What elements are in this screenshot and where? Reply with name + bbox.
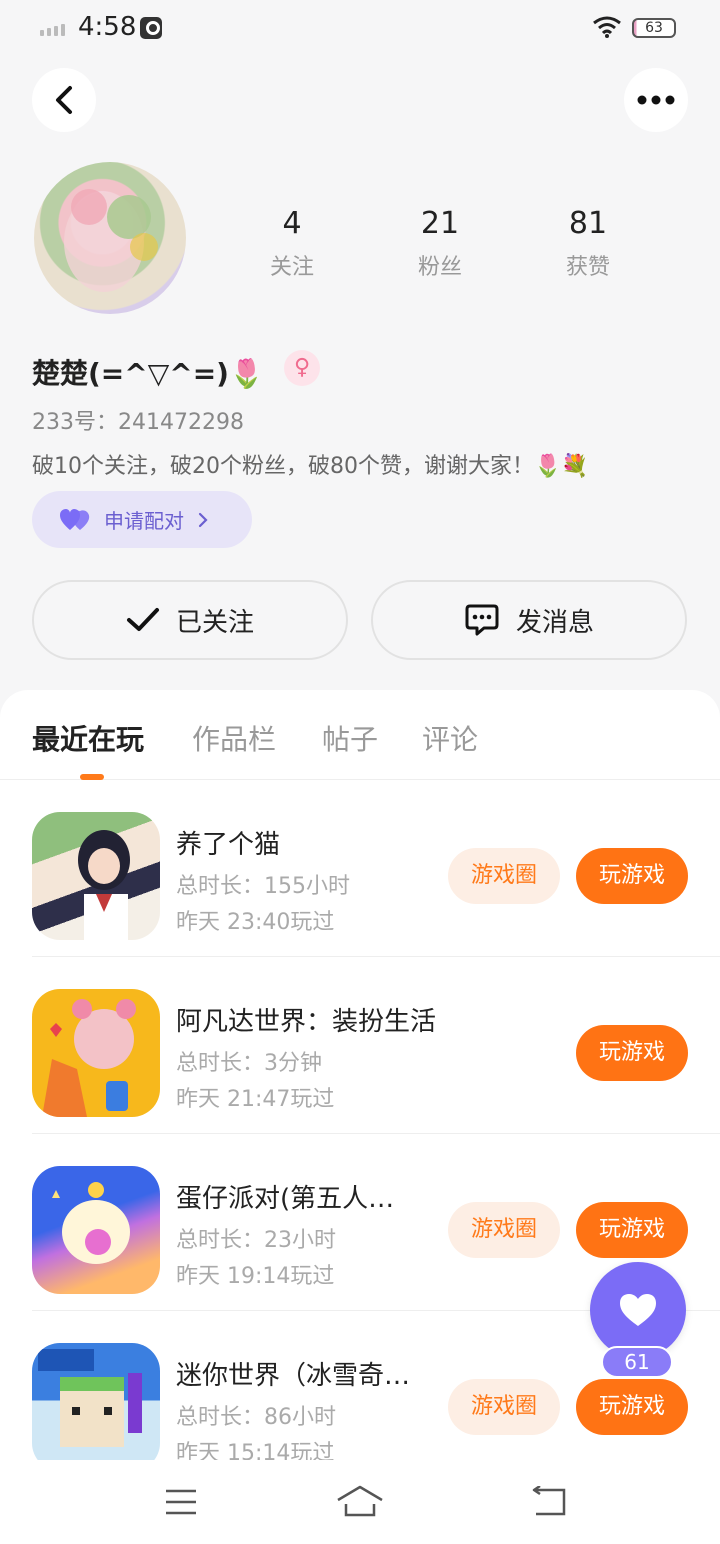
wifi-icon [593, 16, 621, 38]
chevron-right-icon [198, 512, 208, 527]
following-label: 已关注 [175, 607, 254, 638]
back-nav-icon[interactable] [530, 1486, 568, 1518]
tab-posts[interactable]: 帖子 [322, 718, 378, 758]
play-game-button[interactable]: 玩游戏 [576, 1202, 688, 1258]
play-game-button[interactable]: 玩游戏 [576, 848, 688, 904]
avatar-image [64, 189, 158, 292]
more-options-button[interactable] [624, 68, 688, 132]
game-name: 阿凡达世界：装扮生活 [176, 1007, 436, 1037]
list-item[interactable]: 养了个猫 总时长：155小时 昨天 23:40玩过 游戏圈 玩游戏 [0, 780, 720, 957]
like-count-badge: 61 [601, 1346, 673, 1378]
send-message-button[interactable]: 发消息 [371, 580, 687, 660]
game-name: 蛋仔派对(第五人… [176, 1184, 395, 1214]
play-game-button[interactable]: 玩游戏 [576, 1379, 688, 1435]
game-circle-button[interactable]: 游戏圈 [448, 1202, 560, 1258]
game-last-played: 昨天 21:47玩过 [176, 1087, 335, 1112]
system-nav-bar [0, 1460, 720, 1544]
chat-bubble-icon [465, 604, 499, 636]
list-item[interactable]: 阿凡达世界：装扮生活 总时长：3分钟 昨天 21:47玩过 玩游戏 [0, 957, 720, 1134]
home-icon[interactable] [336, 1484, 384, 1518]
game-last-played: 昨天 23:40玩过 [176, 910, 335, 935]
chevron-left-icon [56, 86, 72, 114]
apply-match-label: 申请配对 [104, 509, 184, 533]
send-message-label: 发消息 [515, 607, 594, 638]
status-bar: 4:58 63 [0, 0, 720, 60]
floating-like-button[interactable] [590, 1262, 686, 1358]
game-icon [32, 812, 160, 940]
stat-following-label: 关注 [269, 255, 314, 280]
game-circle-button[interactable]: 游戏圈 [448, 1379, 560, 1435]
game-duration: 总时长：3分钟 [176, 1051, 322, 1076]
game-duration: 总时长：23小时 [176, 1228, 336, 1253]
battery-indicator: 63 [632, 18, 676, 38]
tab-works[interactable]: 作品栏 [192, 718, 276, 758]
avatar[interactable] [34, 162, 186, 314]
play-game-button[interactable]: 玩游戏 [576, 1025, 688, 1081]
stat-likes-count: 81 [568, 206, 608, 241]
stat-following-count: 4 [282, 206, 302, 241]
game-duration: 总时长：155小时 [176, 874, 350, 899]
tab-comments[interactable]: 评论 [422, 718, 478, 758]
status-time: 4:58 [78, 12, 137, 42]
signal-icon [40, 24, 65, 36]
stat-followers-label: 粉丝 [417, 255, 462, 280]
tab-bar: 最近在玩 作品栏 帖子 评论 [0, 690, 720, 780]
stat-followers[interactable]: 21 粉丝 [390, 206, 490, 281]
game-name: 养了个猫 [176, 830, 281, 860]
nickname: 楚楚(=^▽^=)🌷 [32, 357, 264, 390]
stat-likes[interactable]: 81 获赞 [538, 206, 638, 281]
female-gender-icon: ♀ [284, 350, 320, 386]
game-icon [32, 1343, 160, 1471]
tab-recently-played[interactable]: 最近在玩 [32, 718, 144, 758]
checkmark-icon [126, 608, 159, 631]
double-heart-icon [60, 508, 90, 530]
game-name: 迷你世界（冰雪奇… [176, 1361, 411, 1391]
heart-icon [620, 1294, 656, 1326]
stat-followers-count: 21 [420, 206, 460, 241]
bio-text: 破10个关注，破20个粉丝，破80个赞，谢谢大家！🌷💐 [32, 454, 589, 479]
screen-record-icon [140, 17, 162, 39]
game-icon [32, 989, 160, 1117]
apply-match-button[interactable]: 申请配对 [32, 491, 252, 548]
stat-likes-label: 获赞 [565, 255, 610, 280]
game-duration: 总时长：86小时 [176, 1405, 336, 1430]
back-button[interactable] [32, 68, 96, 132]
stat-following[interactable]: 4 关注 [242, 206, 342, 281]
game-circle-button[interactable]: 游戏圈 [448, 848, 560, 904]
content-panel: 最近在玩 作品栏 帖子 评论 养了个猫 总时长：155小时 昨天 23:40玩过… [0, 690, 720, 1544]
menu-icon[interactable] [164, 1488, 198, 1516]
user-id: 233号：241472298 [32, 410, 244, 435]
game-icon [32, 1166, 160, 1294]
more-dots-icon [637, 95, 675, 105]
following-button[interactable]: 已关注 [32, 580, 348, 660]
game-last-played: 昨天 19:14玩过 [176, 1264, 335, 1289]
